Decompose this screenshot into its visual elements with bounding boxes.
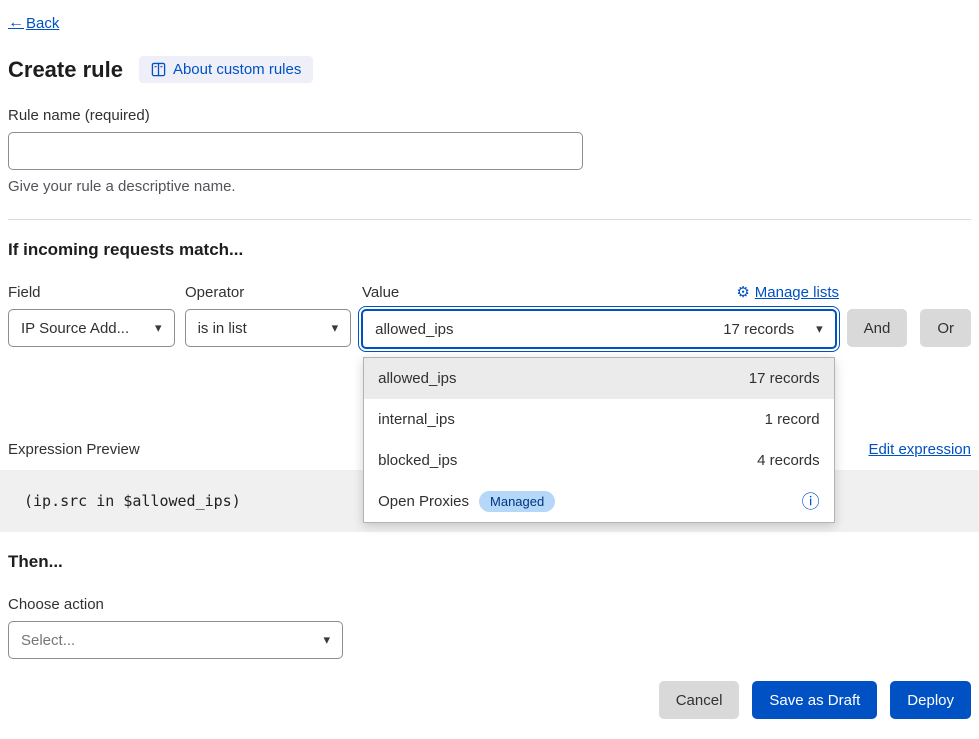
dropdown-item-name: internal_ips [378, 411, 455, 428]
section-divider [8, 219, 971, 220]
managed-badge: Managed [479, 491, 555, 512]
gear-icon: ⚙ [736, 285, 749, 300]
expression-code: (ip.src in $allowed_ips) [24, 492, 241, 510]
dropdown-item-name: blocked_ips [378, 452, 457, 469]
manage-lists-link[interactable]: ⚙ Manage lists [736, 284, 839, 301]
value-dropdown-menu: allowed_ips 17 records internal_ips 1 re… [363, 357, 835, 523]
match-heading: If incoming requests match... [8, 240, 971, 260]
operator-label: Operator [185, 284, 352, 301]
back-arrow-icon: ← [8, 14, 24, 32]
chevron-down-icon: ▾ [332, 320, 339, 336]
page-title: Create rule [8, 57, 123, 83]
about-custom-rules-link[interactable]: About custom rules [139, 56, 313, 83]
value-select-wrap: allowed_ips 17 records ▾ allowed_ips 17 … [361, 309, 837, 349]
or-button[interactable]: Or [920, 309, 971, 347]
footer-actions: Cancel Save as Draft Deploy [8, 681, 971, 719]
value-select[interactable]: allowed_ips 17 records ▾ [361, 309, 837, 349]
field-label: Field [8, 284, 175, 301]
value-label-cell: Value ⚙ Manage lists [362, 284, 839, 301]
match-labels-row: Field Operator Value ⚙ Manage lists [8, 284, 971, 301]
dropdown-item-meta: 4 records [757, 452, 820, 469]
dropdown-item-name: allowed_ips [378, 370, 456, 387]
create-rule-page: ←Back Create rule About custom rules Rul… [0, 0, 979, 719]
then-heading: Then... [8, 552, 971, 572]
value-label: Value [362, 284, 399, 301]
dropdown-item-name-group: Open Proxies Managed [378, 491, 555, 512]
manage-lists-label: Manage lists [755, 284, 839, 301]
choose-action-label: Choose action [8, 596, 971, 613]
match-selects-row: IP Source Add... ▾ is in list ▾ allowed_… [8, 309, 971, 349]
value-select-right: 17 records ▾ [723, 321, 822, 338]
dropdown-item-internal-ips[interactable]: internal_ips 1 record [364, 399, 834, 440]
action-select[interactable]: Select... ▾ [8, 621, 343, 659]
operator-select-value: is in list [198, 320, 247, 337]
expression-preview-label: Expression Preview [8, 441, 140, 458]
rule-name-helper: Give your rule a descriptive name. [8, 178, 971, 195]
chevron-down-icon: ▾ [816, 321, 823, 337]
dropdown-item-blocked-ips[interactable]: blocked_ips 4 records [364, 440, 834, 481]
value-select-value: allowed_ips [375, 321, 453, 338]
field-select[interactable]: IP Source Add... ▾ [8, 309, 175, 347]
info-icon[interactable]: ⓘ [802, 493, 820, 511]
title-row: Create rule About custom rules [8, 56, 971, 83]
chevron-down-icon: ▾ [155, 320, 162, 336]
book-icon [151, 62, 166, 77]
and-button[interactable]: And [847, 309, 908, 347]
dropdown-item-open-proxies[interactable]: Open Proxies Managed ⓘ [364, 481, 834, 522]
deploy-button[interactable]: Deploy [890, 681, 971, 719]
back-link[interactable]: ←Back [8, 14, 59, 32]
rule-name-label: Rule name (required) [8, 107, 971, 124]
dropdown-item-meta: 17 records [749, 370, 820, 387]
value-select-meta: 17 records [723, 321, 794, 338]
edit-expression-link[interactable]: Edit expression [868, 441, 971, 458]
chevron-down-icon: ▾ [323, 632, 330, 648]
operator-select[interactable]: is in list ▾ [185, 309, 352, 347]
dropdown-item-name: Open Proxies [378, 493, 469, 510]
field-select-value: IP Source Add... [21, 320, 129, 337]
action-select-placeholder: Select... [21, 632, 75, 649]
about-custom-rules-label: About custom rules [173, 61, 301, 78]
cancel-button[interactable]: Cancel [659, 681, 740, 719]
dropdown-item-meta: 1 record [765, 411, 820, 428]
rule-name-input[interactable] [8, 132, 583, 170]
dropdown-item-allowed-ips[interactable]: allowed_ips 17 records [364, 358, 834, 399]
save-draft-button[interactable]: Save as Draft [752, 681, 877, 719]
back-link-label: Back [26, 15, 59, 32]
